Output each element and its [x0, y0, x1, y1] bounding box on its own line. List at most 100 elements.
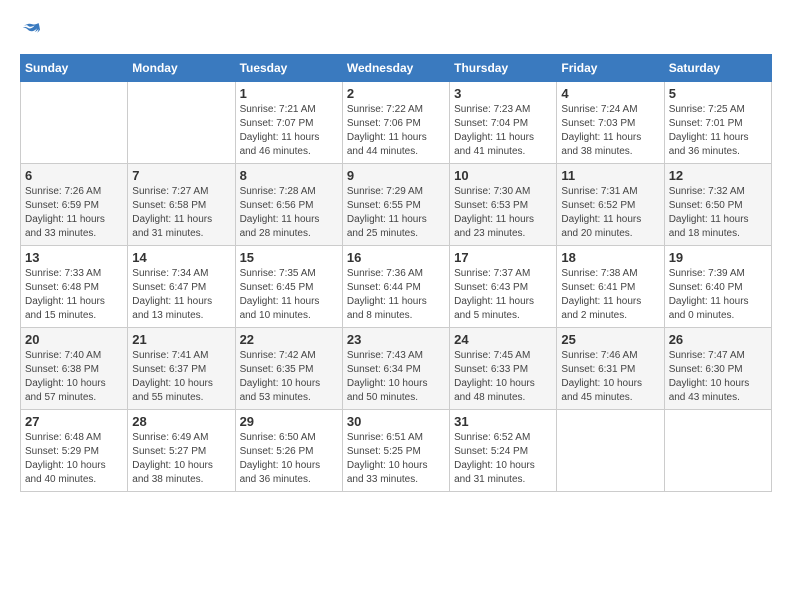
calendar-header-wednesday: Wednesday	[342, 55, 449, 82]
calendar-cell: 20 Sunrise: 7:40 AM Sunset: 6:38 PM Dayli…	[21, 328, 128, 410]
day-info: Sunrise: 6:48 AM Sunset: 5:29 PM Dayligh…	[25, 431, 123, 487]
day-info: Sunrise: 7:22 AM Sunset: 7:06 PM Dayligh…	[347, 103, 445, 159]
calendar-cell: 12 Sunrise: 7:32 AM Sunset: 6:50 PM Dayli…	[664, 164, 771, 246]
calendar-header-saturday: Saturday	[664, 55, 771, 82]
day-info: Sunrise: 6:52 AM Sunset: 5:24 PM Dayligh…	[454, 431, 552, 487]
day-number: 16	[347, 250, 445, 265]
calendar-cell: 27 Sunrise: 6:48 AM Sunset: 5:29 PM Dayli…	[21, 410, 128, 492]
day-info: Sunrise: 7:30 AM Sunset: 6:53 PM Dayligh…	[454, 185, 552, 241]
day-number: 4	[561, 86, 659, 101]
day-info: Sunrise: 7:33 AM Sunset: 6:48 PM Dayligh…	[25, 267, 123, 323]
day-info: Sunrise: 7:28 AM Sunset: 6:56 PM Dayligh…	[240, 185, 338, 241]
calendar-cell: 22 Sunrise: 7:42 AM Sunset: 6:35 PM Dayli…	[235, 328, 342, 410]
day-number: 28	[132, 414, 230, 429]
day-info: Sunrise: 7:43 AM Sunset: 6:34 PM Dayligh…	[347, 349, 445, 405]
calendar-week-row: 20 Sunrise: 7:40 AM Sunset: 6:38 PM Dayli…	[21, 328, 772, 410]
calendar-cell: 25Sunrise: 7:46 AM Sunset: 6:31 PM Dayli…	[557, 328, 664, 410]
day-info: Sunrise: 7:23 AM Sunset: 7:04 PM Dayligh…	[454, 103, 552, 159]
day-info: Sunrise: 7:25 AM Sunset: 7:01 PM Dayligh…	[669, 103, 767, 159]
day-number: 2	[347, 86, 445, 101]
calendar-cell: 7Sunrise: 7:27 AM Sunset: 6:58 PM Daylig…	[128, 164, 235, 246]
calendar-cell: 9Sunrise: 7:29 AM Sunset: 6:55 PM Daylig…	[342, 164, 449, 246]
calendar-week-row: 1Sunrise: 7:21 AM Sunset: 7:07 PM Daylig…	[21, 82, 772, 164]
calendar-header-thursday: Thursday	[450, 55, 557, 82]
day-number: 8	[240, 168, 338, 183]
calendar-cell: 19 Sunrise: 7:39 AM Sunset: 6:40 PM Dayli…	[664, 246, 771, 328]
calendar-cell: 14 Sunrise: 7:34 AM Sunset: 6:47 PM Dayli…	[128, 246, 235, 328]
calendar-week-row: 13 Sunrise: 7:33 AM Sunset: 6:48 PM Dayli…	[21, 246, 772, 328]
calendar-header-row: SundayMondayTuesdayWednesdayThursdayFrid…	[21, 55, 772, 82]
calendar-cell: 15Sunrise: 7:35 AM Sunset: 6:45 PM Dayli…	[235, 246, 342, 328]
day-number: 3	[454, 86, 552, 101]
day-info: Sunrise: 7:42 AM Sunset: 6:35 PM Dayligh…	[240, 349, 338, 405]
calendar-cell: 23Sunrise: 7:43 AM Sunset: 6:34 PM Dayli…	[342, 328, 449, 410]
calendar-table: SundayMondayTuesdayWednesdayThursdayFrid…	[20, 54, 772, 492]
day-number: 12	[669, 168, 767, 183]
calendar-cell: 8 Sunrise: 7:28 AM Sunset: 6:56 PM Daylig…	[235, 164, 342, 246]
day-number: 22	[240, 332, 338, 347]
calendar-cell: 21 Sunrise: 7:41 AM Sunset: 6:37 PM Dayli…	[128, 328, 235, 410]
day-number: 13	[25, 250, 123, 265]
day-info: Sunrise: 7:35 AM Sunset: 6:45 PM Dayligh…	[240, 267, 338, 323]
calendar-cell: 5 Sunrise: 7:25 AM Sunset: 7:01 PM Daylig…	[664, 82, 771, 164]
day-number: 20	[25, 332, 123, 347]
day-number: 5	[669, 86, 767, 101]
calendar-cell: 24 Sunrise: 7:45 AM Sunset: 6:33 PM Dayli…	[450, 328, 557, 410]
day-info: Sunrise: 7:45 AM Sunset: 6:33 PM Dayligh…	[454, 349, 552, 405]
calendar-cell: 17 Sunrise: 7:37 AM Sunset: 6:43 PM Dayli…	[450, 246, 557, 328]
day-info: Sunrise: 7:47 AM Sunset: 6:30 PM Dayligh…	[669, 349, 767, 405]
day-info: Sunrise: 6:50 AM Sunset: 5:26 PM Dayligh…	[240, 431, 338, 487]
day-number: 17	[454, 250, 552, 265]
day-info: Sunrise: 7:39 AM Sunset: 6:40 PM Dayligh…	[669, 267, 767, 323]
day-number: 19	[669, 250, 767, 265]
day-number: 24	[454, 332, 552, 347]
calendar-cell: 26 Sunrise: 7:47 AM Sunset: 6:30 PM Dayli…	[664, 328, 771, 410]
day-number: 26	[669, 332, 767, 347]
day-number: 11	[561, 168, 659, 183]
day-number: 30	[347, 414, 445, 429]
day-info: Sunrise: 6:51 AM Sunset: 5:25 PM Dayligh…	[347, 431, 445, 487]
day-info: Sunrise: 7:40 AM Sunset: 6:38 PM Dayligh…	[25, 349, 123, 405]
day-info: Sunrise: 7:24 AM Sunset: 7:03 PM Dayligh…	[561, 103, 659, 159]
day-info: Sunrise: 7:37 AM Sunset: 6:43 PM Dayligh…	[454, 267, 552, 323]
calendar-cell: 6 Sunrise: 7:26 AM Sunset: 6:59 PM Daylig…	[21, 164, 128, 246]
calendar-cell: 2 Sunrise: 7:22 AM Sunset: 7:06 PM Daylig…	[342, 82, 449, 164]
day-number: 27	[25, 414, 123, 429]
calendar-week-row: 6 Sunrise: 7:26 AM Sunset: 6:59 PM Daylig…	[21, 164, 772, 246]
day-info: Sunrise: 7:41 AM Sunset: 6:37 PM Dayligh…	[132, 349, 230, 405]
day-number: 10	[454, 168, 552, 183]
calendar-week-row: 27 Sunrise: 6:48 AM Sunset: 5:29 PM Dayli…	[21, 410, 772, 492]
day-info: Sunrise: 7:26 AM Sunset: 6:59 PM Dayligh…	[25, 185, 123, 241]
day-info: Sunrise: 7:32 AM Sunset: 6:50 PM Dayligh…	[669, 185, 767, 241]
calendar-cell: 31Sunrise: 6:52 AM Sunset: 5:24 PM Dayli…	[450, 410, 557, 492]
calendar-cell: 4 Sunrise: 7:24 AM Sunset: 7:03 PM Daylig…	[557, 82, 664, 164]
calendar-cell: 16 Sunrise: 7:36 AM Sunset: 6:44 PM Dayli…	[342, 246, 449, 328]
day-number: 21	[132, 332, 230, 347]
calendar-cell: 28 Sunrise: 6:49 AM Sunset: 5:27 PM Dayli…	[128, 410, 235, 492]
day-number: 9	[347, 168, 445, 183]
calendar-cell	[21, 82, 128, 164]
day-number: 6	[25, 168, 123, 183]
day-info: Sunrise: 7:36 AM Sunset: 6:44 PM Dayligh…	[347, 267, 445, 323]
calendar-cell: 1Sunrise: 7:21 AM Sunset: 7:07 PM Daylig…	[235, 82, 342, 164]
calendar-cell	[128, 82, 235, 164]
day-number: 29	[240, 414, 338, 429]
calendar-header-monday: Monday	[128, 55, 235, 82]
calendar-header-sunday: Sunday	[21, 55, 128, 82]
calendar-cell	[557, 410, 664, 492]
calendar-cell: 10 Sunrise: 7:30 AM Sunset: 6:53 PM Dayli…	[450, 164, 557, 246]
calendar-header-friday: Friday	[557, 55, 664, 82]
day-number: 14	[132, 250, 230, 265]
calendar-cell: 3 Sunrise: 7:23 AM Sunset: 7:04 PM Daylig…	[450, 82, 557, 164]
calendar-cell: 30 Sunrise: 6:51 AM Sunset: 5:25 PM Dayli…	[342, 410, 449, 492]
calendar-cell	[664, 410, 771, 492]
day-info: Sunrise: 7:31 AM Sunset: 6:52 PM Dayligh…	[561, 185, 659, 241]
day-info: Sunrise: 7:21 AM Sunset: 7:07 PM Dayligh…	[240, 103, 338, 159]
calendar-cell: 18Sunrise: 7:38 AM Sunset: 6:41 PM Dayli…	[557, 246, 664, 328]
day-info: Sunrise: 6:49 AM Sunset: 5:27 PM Dayligh…	[132, 431, 230, 487]
day-info: Sunrise: 7:34 AM Sunset: 6:47 PM Dayligh…	[132, 267, 230, 323]
day-number: 7	[132, 168, 230, 183]
logo	[20, 20, 40, 38]
day-number: 18	[561, 250, 659, 265]
day-number: 25	[561, 332, 659, 347]
